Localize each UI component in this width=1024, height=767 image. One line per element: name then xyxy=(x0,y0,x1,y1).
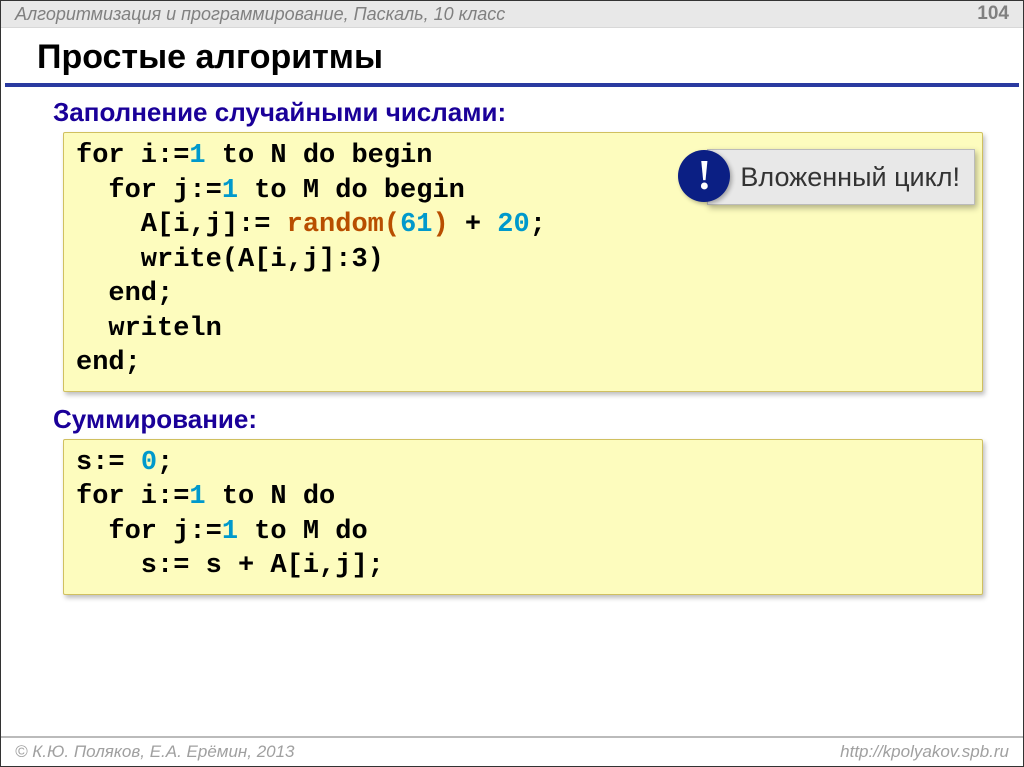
slide: Алгоритмизация и программирование, Паска… xyxy=(0,0,1024,767)
footer-url: http://kpolyakov.spb.ru xyxy=(840,742,1009,762)
section2-heading: Суммирование: xyxy=(53,404,983,435)
code-block-sum: s:= 0; for i:=1 to N do for j:=1 to M do… xyxy=(63,439,983,595)
footer-authors: © К.Ю. Поляков, Е.А. Ерёмин, 2013 xyxy=(15,742,295,762)
callout-text: Вложенный цикл! xyxy=(740,162,960,193)
footer: © К.Ю. Поляков, Е.А. Ерёмин, 2013 http:/… xyxy=(1,736,1023,766)
code-lines: s:= 0; for i:=1 to N do for j:=1 to M do… xyxy=(76,446,970,584)
page-number: 104 xyxy=(977,3,1009,25)
exclamation-icon: ! xyxy=(678,150,730,202)
page-title: Простые алгоритмы xyxy=(5,28,1019,87)
header-bar: Алгоритмизация и программирование, Паска… xyxy=(1,1,1023,28)
header-subject: Алгоритмизация и программирование, Паска… xyxy=(15,4,505,25)
callout-nested-loop: ! Вложенный цикл! xyxy=(707,149,975,205)
section1-heading: Заполнение случайными числами: xyxy=(53,97,983,128)
